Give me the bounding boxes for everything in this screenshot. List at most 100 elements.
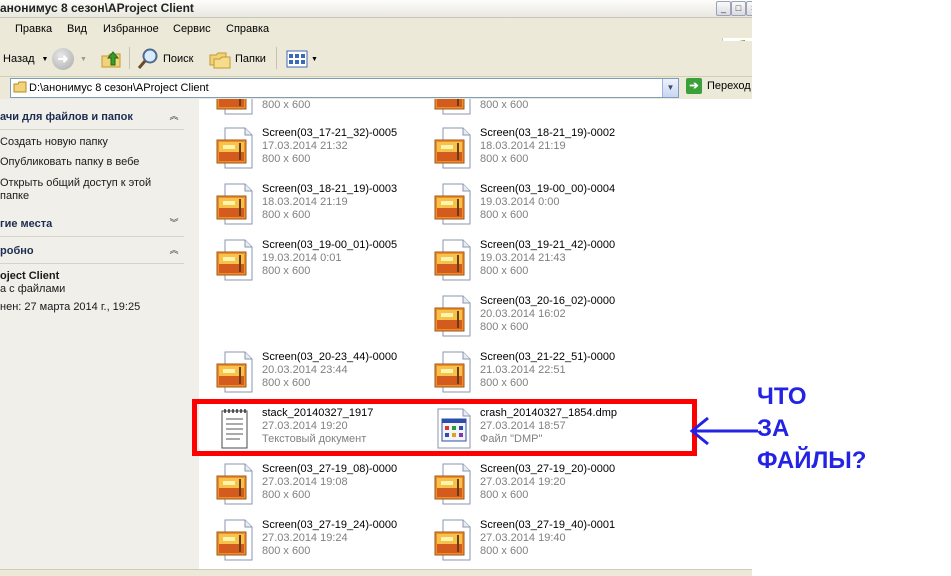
annotation-line: ФАЙЛЫ? (757, 447, 867, 474)
menu-help[interactable]: Справка (226, 23, 269, 35)
file-date: 17.03.2014 21:32 (262, 140, 348, 152)
search-icon (137, 48, 158, 69)
back-label: Назад (3, 53, 35, 65)
file-info: 800 x 600 (480, 377, 529, 389)
menu-edit[interactable]: Правка (15, 23, 52, 35)
go-button[interactable]: ➔ Переход (686, 78, 751, 94)
file-name: Screen(03_20-23_44)-0000 (262, 351, 398, 363)
search-button[interactable]: Поиск (136, 47, 193, 71)
menu-favorites[interactable]: Избранное (103, 23, 159, 35)
annotation-note: ЧТО ЗА ФАЙЛЫ? (757, 381, 866, 477)
folders-button[interactable]: Папки (208, 47, 266, 71)
list-item[interactable]: Screen(03_19-00_00)-0004 19.03.2014 0:00 8… (434, 179, 644, 227)
up-folder-button[interactable] (100, 47, 122, 71)
list-item[interactable]: Screen(03_19-21_42)-0000 19.03.2014 21:43… (434, 235, 644, 283)
image-file-icon (216, 239, 253, 281)
task-pane: ачи для файлов и папок ︽ Создать новую п… (0, 99, 200, 576)
views-icon (286, 50, 308, 68)
list-item[interactable]: Screen(03_18-21_19)-0002 18.03.2014 21:19… (434, 123, 644, 171)
file-info: 800 x 600 (480, 153, 529, 165)
file-name: Screen(03_18-21_19)-0003 (262, 183, 398, 195)
image-file-icon (434, 295, 471, 337)
list-item[interactable]: Screen(03_20-23_44)-0000 20.03.2014 23:44… (216, 347, 426, 395)
highlight-box (192, 399, 697, 456)
list-item[interactable]: Screen(03_27-19_24)-0000 27.03.2014 19:24… (216, 515, 426, 563)
image-file-icon (216, 519, 253, 561)
file-date: 27.03.2014 19:08 (262, 476, 348, 488)
toolbar: Назад ▼ ➜ ▼ Поиск Папки ▼ (0, 41, 752, 77)
image-file-icon (216, 99, 253, 115)
list-item[interactable]: Screen(03_27-19_20)-0000 27.03.2014 19:20… (434, 459, 644, 507)
file-date: 27.03.2014 19:20 (480, 476, 566, 488)
forward-dropdown-icon[interactable]: ▼ (80, 56, 87, 63)
file-name: Screen(03_19-00_01)-0005 (262, 239, 398, 251)
list-item[interactable]: Screen(03_27-19_40)-0001 27.03.2014 19:40… (434, 515, 644, 563)
image-file-icon (434, 183, 471, 225)
views-button[interactable]: ▼ (286, 47, 318, 71)
details-header[interactable]: робно ︽ (0, 240, 184, 262)
list-item[interactable]: Screen(03_19-00_01)-0005 19.03.2014 0:01 8… (216, 235, 426, 283)
file-name: Screen(03_19-00_00)-0004 (480, 183, 616, 195)
forward-arrow-icon: ➜ (52, 48, 74, 70)
file-name: Screen(03_27-19_08)-0000 (262, 463, 398, 475)
toolbar-separator (129, 47, 130, 69)
divider (0, 263, 184, 264)
collapse-chevron-icon[interactable]: ︽ (166, 242, 182, 258)
file-info: 800 x 600 (262, 153, 311, 165)
menu-view[interactable]: Вид (67, 23, 87, 35)
image-file-icon (216, 183, 253, 225)
forward-button[interactable]: ➜ ▼ (52, 47, 87, 71)
list-item[interactable]: Screen(03_20-16_02)-0000 20.03.2014 16:02… (434, 291, 644, 339)
window-title: анонимус 8 сезон\AProject Client (0, 1, 194, 15)
other-places-title: гие места (0, 218, 53, 230)
file-dimensions: 800 x 600 (262, 99, 311, 111)
details-name: oject Client (0, 270, 60, 282)
folders-icon (209, 52, 231, 69)
search-label: Поиск (163, 53, 194, 65)
share-folder-link[interactable]: Открыть общий доступ к этой (0, 177, 151, 189)
list-item[interactable]: Screen(03_18-21_19)-0003 18.03.2014 21:19… (216, 179, 426, 227)
divider (0, 129, 184, 130)
maximize-button[interactable]: □ (731, 1, 746, 16)
go-label: Переход (707, 80, 751, 92)
file-date: 19.03.2014 0:01 (262, 252, 342, 264)
file-name: Screen(03_27-19_20)-0000 (480, 463, 616, 475)
image-file-icon (434, 99, 471, 115)
share-folder-link-cont[interactable]: папке (0, 190, 29, 202)
image-file-icon (434, 519, 471, 561)
file-name: Screen(03_27-19_40)-0001 (480, 519, 616, 531)
file-date: 20.03.2014 16:02 (480, 308, 566, 320)
file-info: 800 x 600 (262, 489, 311, 501)
list-item[interactable]: Screen(03_27-19_08)-0000 27.03.2014 19:08… (216, 459, 426, 507)
expand-chevron-icon[interactable]: ︾ (166, 215, 182, 231)
details-title: робно (0, 245, 34, 257)
file-dimensions: 800 x 600 (480, 99, 529, 111)
minimize-button[interactable]: _ (716, 1, 731, 16)
file-tasks-header[interactable]: ачи для файлов и папок ︽ (0, 106, 184, 128)
menu-tools[interactable]: Сервис (173, 23, 211, 35)
image-file-icon (216, 351, 253, 393)
collapse-chevron-icon[interactable]: ︽ (166, 108, 182, 124)
address-dropdown-icon[interactable]: ▼ (662, 79, 678, 97)
file-info: 800 x 600 (480, 265, 529, 277)
close-button[interactable]: × (746, 1, 752, 16)
menu-bar: Правка Вид Избранное Сервис Справка (0, 19, 752, 60)
back-button[interactable]: Назад ▼ (0, 47, 48, 71)
image-file-icon (434, 463, 471, 505)
address-input[interactable]: D:\анонимус 8 сезон\AProject Client ▼ (10, 78, 679, 98)
views-dropdown-icon[interactable]: ▼ (311, 56, 318, 63)
new-folder-link[interactable]: Создать новую папку (0, 136, 108, 148)
file-name: Screen(03_19-21_42)-0000 (480, 239, 616, 251)
file-list: 800 x 600 800 x 600 Screen(03_17-21_32)-… (199, 99, 752, 569)
file-info: 800 x 600 (262, 265, 311, 277)
divider (0, 236, 184, 237)
file-info: 800 x 600 (480, 489, 529, 501)
title-bar: анонимус 8 сезон\AProject Client _ □ × (0, 0, 752, 18)
list-item[interactable]: Screen(03_17-21_32)-0005 17.03.2014 21:32… (216, 123, 426, 171)
back-dropdown-icon[interactable]: ▼ (42, 56, 49, 63)
list-item[interactable]: Screen(03_21-22_51)-0000 21.03.2014 22:51… (434, 347, 644, 395)
publish-folder-link[interactable]: Опубликовать папку в вебе (0, 156, 139, 168)
file-name: Screen(03_20-16_02)-0000 (480, 295, 616, 307)
image-file-icon (434, 239, 471, 281)
other-places-header[interactable]: гие места ︾ (0, 213, 184, 235)
